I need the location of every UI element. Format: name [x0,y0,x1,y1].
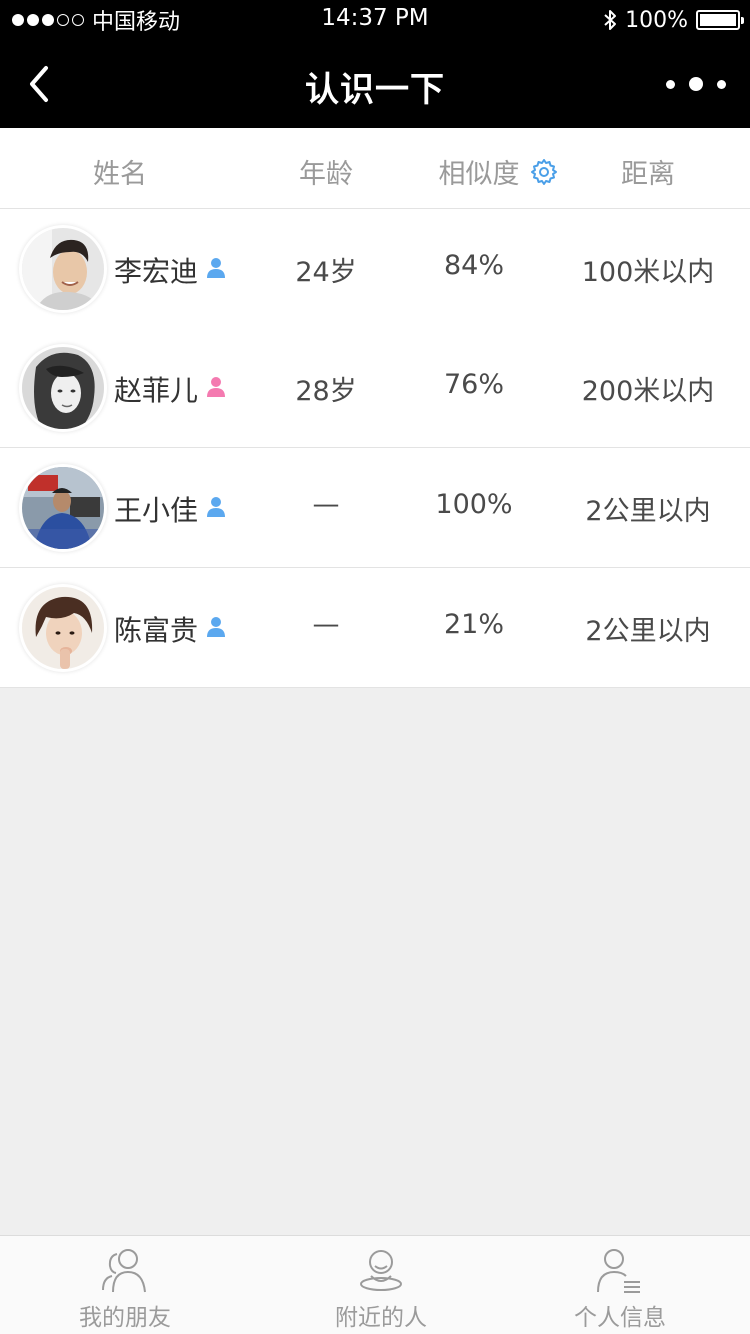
user-similarity: 84% [443,250,504,281]
column-header-age: 年龄 [299,159,353,190]
user-name: 赵菲儿 [114,374,199,407]
nearby-person-icon [360,1250,402,1291]
user-name: 李宏迪 [114,255,199,288]
nav-bar: 认识一下 [0,40,750,128]
avatar [22,347,104,429]
tab-bar: 我的朋友 附近的人 个人信息 [0,1235,750,1334]
more-dots-icon [666,79,675,89]
list-item[interactable]: 赵菲儿 28岁 76% 200米以内 [0,328,750,448]
user-distance: 100米以内 [581,257,715,288]
avatar [22,228,104,310]
status-bar: 中国移动 14:37 PM 100% [0,0,750,40]
tab-nearby-people-label: 附近的人 [335,1305,427,1331]
user-distance: 2公里以内 [585,496,711,527]
user-similarity: 76% [443,369,504,400]
profile-info-icon [597,1249,640,1293]
list-item[interactable]: 李宏迪 24岁 84% 100米以内 [0,209,750,329]
female-user-icon [207,377,225,397]
list-item[interactable]: 陈富贵 — 21% 2公里以内 [0,568,750,688]
tab-nearby-people[interactable]: 附近的人 [281,1236,481,1334]
user-distance: 2公里以内 [585,616,711,647]
male-user-icon [207,258,225,278]
battery-icon [696,10,744,30]
battery-percent: 100% [625,7,688,33]
gear-icon[interactable] [530,158,558,186]
status-right: 100% [603,6,744,34]
tab-personal-info-label: 个人信息 [574,1305,666,1331]
bluetooth-icon [604,10,617,30]
user-name: 陈富贵 [114,614,199,647]
male-user-icon [207,617,225,637]
user-name: 王小佳 [114,494,199,527]
tab-my-friends[interactable]: 我的朋友 [25,1236,225,1334]
user-similarity: 100% [435,489,513,520]
column-header-similarity-label: 相似度 [438,159,520,190]
user-age: — [312,489,340,520]
tab-my-friends-label: 我的朋友 [79,1305,171,1331]
user-similarity: 21% [443,609,504,640]
list-item[interactable]: 王小佳 — 100% 2公里以内 [0,448,750,568]
avatar [22,467,104,549]
column-header-similarity[interactable]: 相似度 [418,152,578,191]
column-header-distance: 距离 [621,159,675,190]
more-options-button[interactable] [666,70,726,98]
user-age: 28岁 [295,376,357,407]
friends-icon [102,1249,146,1293]
tab-personal-info[interactable]: 个人信息 [520,1236,720,1334]
user-distance: 200米以内 [581,376,715,407]
avatar [22,587,104,669]
user-age: — [312,609,340,640]
column-header-name: 姓名 [93,159,147,190]
male-user-icon [207,497,225,517]
user-age: 24岁 [295,257,357,288]
list-header: 姓名 年龄 相似度 距离 [0,128,750,209]
page-title: 认识一下 [305,70,445,110]
